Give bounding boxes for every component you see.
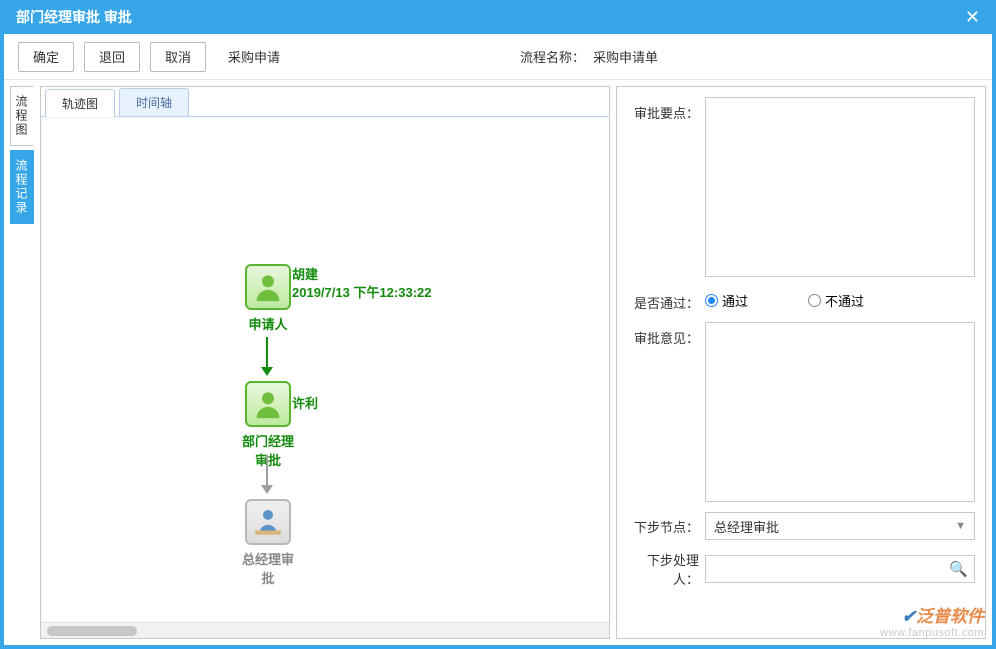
radio-icon bbox=[705, 294, 718, 307]
modal-title: 部门经理审批 审批 bbox=[16, 7, 132, 27]
horizontal-scrollbar[interactable] bbox=[41, 622, 609, 638]
row-next-handler: 下步处理人： 🔍 bbox=[627, 550, 975, 588]
diagram-scroll[interactable]: 胡建 2019/7/13 下午12:33:22 申请人 bbox=[41, 117, 609, 622]
ok-button[interactable]: 确定 bbox=[18, 42, 74, 72]
radio-pass-yes[interactable]: 通过 bbox=[705, 291, 748, 310]
points-label: 审批要点： bbox=[627, 97, 699, 122]
radio-pass-no[interactable]: 不通过 bbox=[808, 291, 864, 310]
arrow-2 bbox=[261, 455, 273, 494]
next-node-select[interactable]: 总经理审批 ▼ bbox=[705, 512, 975, 540]
pass-radio-group: 通过 不通过 bbox=[705, 287, 975, 310]
dept-manager-name: 许利 bbox=[292, 395, 318, 413]
tab-flow-record[interactable]: 流程记录 bbox=[10, 150, 34, 224]
flow-name-label: 流程名称： bbox=[520, 47, 585, 66]
cancel-button[interactable]: 取消 bbox=[150, 42, 206, 72]
opinion-label: 审批意见： bbox=[627, 322, 699, 347]
inner-tabs: 轨迹图 时间轴 bbox=[41, 87, 609, 117]
body-area: 流程图 流程记录 轨迹图 时间轴 胡建 2019/7/ bbox=[4, 80, 992, 645]
applicant-name: 胡建 bbox=[292, 266, 431, 284]
node-applicant-info: 胡建 2019/7/13 下午12:33:22 bbox=[292, 266, 431, 302]
radio-pass-no-label: 不通过 bbox=[825, 291, 864, 310]
person-icon bbox=[245, 381, 291, 427]
approval-form-panel: 审批要点： 是否通过： 通过 不通过 审批意见： bbox=[616, 86, 986, 639]
row-next-node: 下步节点： 总经理审批 ▼ bbox=[627, 512, 975, 540]
next-node-value: 总经理审批 bbox=[714, 517, 779, 536]
node-applicant[interactable]: 胡建 2019/7/13 下午12:33:22 申请人 bbox=[238, 264, 298, 333]
flow-name-value: 采购申请单 bbox=[593, 47, 658, 66]
radio-icon bbox=[808, 294, 821, 307]
next-handler-label: 下步处理人： bbox=[627, 550, 699, 588]
row-points: 审批要点： bbox=[627, 97, 975, 277]
row-pass: 是否通过： 通过 不通过 bbox=[627, 287, 975, 312]
workflow-type-label: 采购申请 bbox=[228, 47, 280, 66]
diagram-canvas: 胡建 2019/7/13 下午12:33:22 申请人 bbox=[43, 119, 609, 622]
close-icon[interactable]: ✕ bbox=[965, 7, 980, 28]
return-button[interactable]: 退回 bbox=[84, 42, 140, 72]
gm-role: 总经理审批 bbox=[238, 549, 298, 587]
left-vertical-tabs: 流程图 流程记录 bbox=[10, 86, 34, 639]
diagram-panel: 轨迹图 时间轴 胡建 2019/7/13 下午12:33:22 申请人 bbox=[40, 86, 610, 639]
next-handler-search[interactable]: 🔍 bbox=[705, 555, 975, 583]
tab-timeline[interactable]: 时间轴 bbox=[119, 88, 189, 116]
approval-modal: 部门经理审批 审批 ✕ 确定 退回 取消 采购申请 流程名称： 采购申请单 流程… bbox=[0, 0, 996, 649]
arrow-1 bbox=[261, 337, 273, 376]
person-desk-icon bbox=[245, 499, 291, 545]
applicant-time: 2019/7/13 下午12:33:22 bbox=[292, 284, 431, 302]
approval-points-textarea[interactable] bbox=[705, 97, 975, 277]
node-general-manager[interactable]: 总经理审批 bbox=[238, 499, 298, 587]
scrollbar-thumb[interactable] bbox=[47, 626, 137, 636]
search-icon[interactable]: 🔍 bbox=[949, 560, 968, 578]
person-icon bbox=[245, 264, 291, 310]
applicant-role: 申请人 bbox=[238, 314, 298, 333]
row-opinion: 审批意见： bbox=[627, 322, 975, 502]
approval-opinion-textarea[interactable] bbox=[705, 322, 975, 502]
title-bar: 部门经理审批 审批 ✕ bbox=[4, 0, 992, 34]
next-node-label: 下步节点： bbox=[627, 517, 699, 536]
tab-flow-diagram[interactable]: 流程图 bbox=[10, 86, 34, 146]
tab-trace[interactable]: 轨迹图 bbox=[45, 89, 115, 117]
pass-label: 是否通过： bbox=[627, 287, 699, 312]
radio-pass-yes-label: 通过 bbox=[722, 291, 748, 310]
toolbar: 确定 退回 取消 采购申请 流程名称： 采购申请单 bbox=[4, 34, 992, 80]
chevron-down-icon: ▼ bbox=[955, 520, 966, 532]
